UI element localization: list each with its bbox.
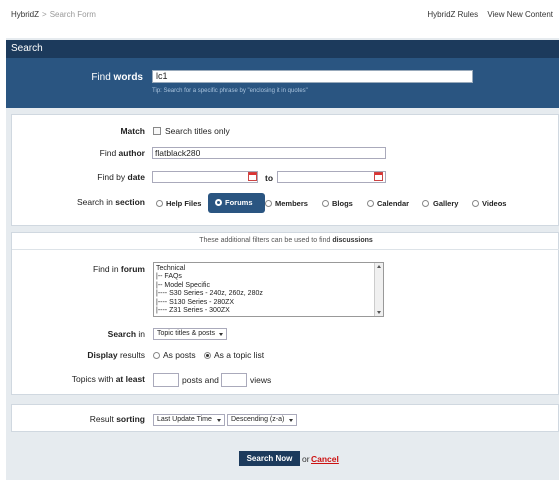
- filters-divider: [12, 249, 559, 250]
- search-in-value: Topic titles & posts: [157, 330, 215, 337]
- breadcrumb-home-link[interactable]: HybridZ: [11, 10, 39, 19]
- top-bar: HybridZ > Search Form HybridZ Rules View N…: [0, 0, 559, 36]
- display-as-topic-list-radio[interactable]: [204, 352, 211, 359]
- filters-note: These additional filters can be used to …: [199, 237, 373, 244]
- find-date-label: Find by date: [97, 172, 145, 182]
- search-section-label: Search in section: [76, 197, 145, 207]
- section-calendar-label: Calendar: [377, 199, 410, 208]
- section-calendar-radio[interactable]: [367, 200, 374, 207]
- date-to-input[interactable]: [277, 171, 386, 183]
- display-results-label: Display results: [87, 350, 145, 360]
- section-gallery-label: Gallery: [433, 199, 459, 208]
- author-input[interactable]: flatblack280: [152, 147, 386, 159]
- section-forums-label: Forums: [225, 198, 253, 207]
- sort-order-value: Descending (z-a): [231, 416, 285, 423]
- display-as-topic-list-label: As a topic list: [214, 350, 265, 360]
- find-forum-label: Find in forum: [93, 264, 145, 274]
- find-words-input[interactable]: lc1: [152, 70, 473, 83]
- scroll-down-arrow-icon[interactable]: [377, 311, 381, 314]
- search-header: Search: [6, 40, 559, 58]
- search-titles-only-label: Search titles only: [165, 126, 230, 136]
- section-forums-radio[interactable]: [215, 199, 222, 206]
- breadcrumb-separator: >: [42, 10, 47, 19]
- section-blogs-radio[interactable]: [322, 200, 329, 207]
- display-as-posts-label: As posts: [163, 350, 196, 360]
- breadcrumb: HybridZ > Search Form: [11, 10, 96, 19]
- forum-option[interactable]: |---- S30 Series - 240z, 260z, 280z: [156, 290, 383, 298]
- find-words-tip: Tip: Search for a specific phrase by "en…: [152, 88, 308, 94]
- section-videos-label: Videos: [482, 199, 507, 208]
- dropdown-arrow-icon: [219, 333, 223, 336]
- rules-link[interactable]: HybridZ Rules: [427, 10, 478, 19]
- match-label: Match: [120, 126, 145, 136]
- sort-order-select[interactable]: Descending (z-a): [227, 414, 297, 426]
- sorting-panel: Result sorting Last Update Time Descendi…: [11, 404, 559, 432]
- section-blogs-label: Blogs: [332, 199, 353, 208]
- view-new-content-link[interactable]: View New Content: [487, 10, 553, 19]
- posts-and-label: posts and: [182, 375, 219, 385]
- top-links: HybridZ Rules View New Content: [420, 10, 553, 19]
- section-members-radio[interactable]: [265, 200, 272, 207]
- calendar-to-icon[interactable]: [374, 172, 383, 181]
- calendar-from-icon[interactable]: [248, 172, 257, 181]
- views-label: views: [250, 375, 272, 385]
- sort-by-value: Last Update Time: [157, 416, 212, 423]
- section-members-label: Members: [275, 199, 308, 208]
- section-forums-radio-selected[interactable]: Forums: [208, 193, 265, 213]
- find-author-label: Find author: [99, 148, 145, 158]
- section-help-files-radio[interactable]: [156, 200, 163, 207]
- forum-option[interactable]: |-- Model Specific: [156, 282, 383, 290]
- basic-criteria-panel: Match Search titles only Find author fla…: [11, 114, 559, 226]
- scroll-up-arrow-icon[interactable]: [377, 265, 381, 268]
- forum-option[interactable]: |---- Z31 Series - 300ZX: [156, 307, 383, 315]
- dropdown-arrow-icon: [217, 419, 221, 422]
- search-in-select[interactable]: Topic titles & posts: [153, 328, 227, 340]
- forum-option[interactable]: |---- S130 Series - 280ZX: [156, 299, 383, 307]
- section-help-files-label: Help Files: [166, 199, 202, 208]
- min-posts-input[interactable]: [153, 373, 179, 387]
- cancel-link[interactable]: Cancel: [311, 454, 339, 464]
- result-sorting-label: Result sorting: [89, 414, 145, 424]
- forum-list-scrollbar[interactable]: [374, 263, 383, 316]
- search-now-button[interactable]: Search Now: [239, 451, 300, 466]
- search-titles-only-checkbox[interactable]: [153, 127, 161, 135]
- search-in-label: Search in: [107, 329, 145, 339]
- or-text: or: [302, 454, 310, 464]
- find-words-label: Find words: [91, 72, 143, 83]
- section-videos-radio[interactable]: [472, 200, 479, 207]
- find-words-panel: Find words lc1 Tip: Search for a specifi…: [6, 58, 559, 108]
- forum-filters-panel: These additional filters can be used to …: [11, 232, 559, 395]
- forum-select-list[interactable]: Technical |-- FAQs |-- Model Specific |-…: [153, 262, 384, 317]
- sort-by-select[interactable]: Last Update Time: [153, 414, 225, 426]
- section-gallery-radio[interactable]: [422, 200, 429, 207]
- breadcrumb-current: Search Form: [49, 10, 96, 19]
- forum-option[interactable]: |-- FAQs: [156, 273, 383, 281]
- dropdown-arrow-icon: [289, 419, 293, 422]
- forum-option[interactable]: Technical: [156, 265, 383, 273]
- min-views-input[interactable]: [221, 373, 247, 387]
- date-from-input[interactable]: [152, 171, 258, 183]
- date-to-label: to: [265, 173, 274, 183]
- at-least-label: Topics with at least: [71, 374, 145, 384]
- display-as-posts-radio[interactable]: [153, 352, 160, 359]
